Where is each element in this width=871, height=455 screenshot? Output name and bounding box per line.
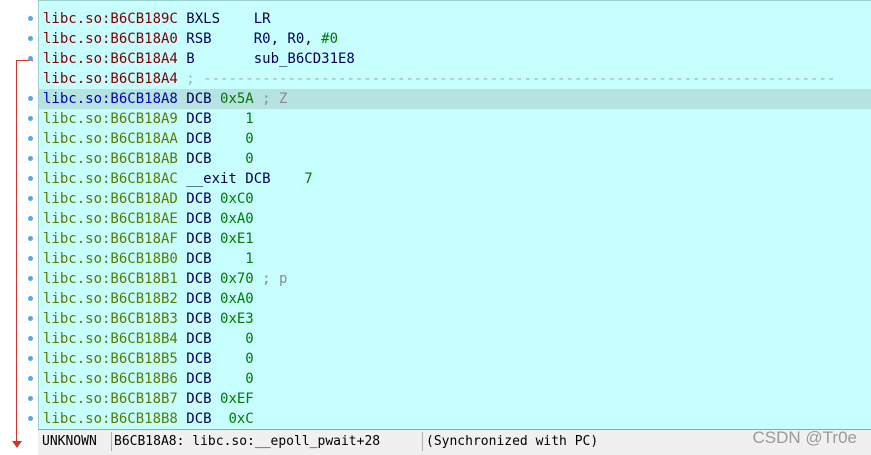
line-instruction[interactable]: DCB 0xE3 [178, 311, 253, 327]
line-instruction[interactable]: DCB 0xC0 [178, 191, 253, 207]
line-instruction[interactable]: DCB 1 [178, 111, 253, 127]
listing-line[interactable]: libc.so:B6CB18B2 DCB 0xA0 [43, 289, 254, 309]
line-instruction[interactable]: DCB 0 [178, 351, 253, 367]
line-address[interactable]: libc.so:B6CB18AB [43, 151, 178, 167]
status-divider [111, 432, 112, 451]
breakpoint-dot-icon[interactable] [28, 336, 33, 341]
listing-line[interactable]: libc.so:B6CB18B8 DCB 0xC [43, 409, 254, 429]
line-instruction[interactable]: DCB 0 [178, 151, 253, 167]
breakpoint-dot-icon[interactable] [28, 56, 33, 61]
listing-line[interactable]: libc.so:B6CB189C BXLS LR [43, 9, 271, 29]
status-location: B6CB18A8: libc.so:__epoll_pwait+28 [114, 434, 381, 449]
line-address[interactable]: libc.so:B6CB189C [43, 11, 178, 27]
jump-arrow-gutter [0, 0, 38, 454]
line-address[interactable]: libc.so:B6CB18A4 [43, 71, 178, 87]
breakpoint-dot-icon[interactable] [28, 236, 33, 241]
line-instruction[interactable]: DCB 0x70 ; p [178, 271, 287, 287]
listing-line[interactable]: libc.so:B6CB18B7 DCB 0xEF [43, 389, 254, 409]
breakpoint-dot-icon[interactable] [28, 396, 33, 401]
listing-line[interactable]: libc.so:B6CB18A8 DCB 0x5A ; Z [39, 89, 871, 109]
line-instruction[interactable]: DCB 0xE1 [178, 231, 253, 247]
breakpoint-dot-icon[interactable] [28, 376, 33, 381]
breakpoint-dot-icon[interactable] [28, 136, 33, 141]
breakpoint-dot-icon[interactable] [28, 296, 33, 301]
line-instruction[interactable]: ; --------------------------------------… [178, 71, 835, 87]
listing-line[interactable]: libc.so:B6CB18A9 DCB 1 [43, 109, 254, 129]
breakpoint-dot-icon[interactable] [28, 216, 33, 221]
line-address[interactable]: libc.so:B6CB18B6 [43, 371, 178, 387]
status-sync: (Synchronized with PC) [426, 434, 599, 449]
watermark: CSDN @Tr0e [752, 428, 857, 447]
line-address[interactable]: libc.so:B6CB18A0 [43, 31, 178, 47]
jump-arrow-head-icon [12, 441, 22, 448]
line-address[interactable]: libc.so:B6CB18AE [43, 211, 178, 227]
line-address[interactable]: libc.so:B6CB18B1 [43, 271, 178, 287]
line-instruction[interactable]: DCB 1 [178, 251, 253, 267]
listing-line[interactable]: libc.so:B6CB18AF DCB 0xE1 [43, 229, 254, 249]
line-address[interactable]: libc.so:B6CB18B3 [43, 311, 178, 327]
line-instruction[interactable]: RSB R0, R0, #0 [178, 31, 338, 47]
breakpoint-dot-icon[interactable] [28, 16, 33, 21]
jump-arrow-line [16, 60, 17, 444]
listing-line[interactable]: libc.so:B6CB18B0 DCB 1 [43, 249, 254, 269]
breakpoint-dot-icon[interactable] [28, 196, 33, 201]
line-instruction[interactable]: B sub_B6CD31E8 [178, 51, 355, 67]
line-instruction[interactable]: DCB 0xEF [178, 391, 253, 407]
breakpoint-dot-icon[interactable] [28, 276, 33, 281]
breakpoint-dot-icon[interactable] [28, 316, 33, 321]
line-address[interactable]: libc.so:B6CB18B8 [43, 411, 178, 427]
line-address[interactable]: libc.so:B6CB18A9 [43, 111, 178, 127]
listing-line[interactable]: libc.so:B6CB18B6 DCB 0 [43, 369, 254, 389]
breakpoint-dot-icon[interactable] [28, 96, 33, 101]
line-address[interactable]: libc.so:B6CB18AD [43, 191, 178, 207]
line-instruction[interactable]: __exit DCB 7 [178, 171, 312, 187]
line-instruction[interactable]: DCB 0 [178, 331, 253, 347]
breakpoint-dot-icon[interactable] [28, 256, 33, 261]
breakpoint-dot-icon[interactable] [28, 356, 33, 361]
line-instruction[interactable]: DCB 0 [178, 131, 253, 147]
line-address[interactable]: libc.so:B6CB18B2 [43, 291, 178, 307]
breakpoint-dot-icon[interactable] [28, 176, 33, 181]
line-instruction[interactable]: DCB 0xC [178, 411, 253, 427]
line-instruction[interactable]: DCB 0xA0 [178, 211, 253, 227]
listing-line[interactable]: libc.so:B6CB18AA DCB 0 [43, 129, 254, 149]
line-address[interactable]: libc.so:B6CB18B7 [43, 391, 178, 407]
disassembly-listing[interactable]: libc.so:B6CB189C BXLS LR libc.so:B6CB18A0… [38, 0, 871, 430]
line-address[interactable]: libc.so:B6CB18B0 [43, 251, 178, 267]
line-address[interactable]: libc.so:B6CB18AF [43, 231, 178, 247]
line-instruction[interactable]: DCB 0xA0 [178, 291, 253, 307]
line-instruction[interactable]: BXLS LR [178, 11, 270, 27]
listing-line[interactable]: libc.so:B6CB18AB DCB 0 [43, 149, 254, 169]
listing-line[interactable]: libc.so:B6CB18AD DCB 0xC0 [43, 189, 254, 209]
breakpoint-dot-icon[interactable] [28, 36, 33, 41]
listing-line[interactable]: libc.so:B6CB18A4 ; ---------------------… [43, 69, 835, 89]
status-bar: UNKNOWN B6CB18A8: libc.so:__epoll_pwait+… [38, 429, 871, 455]
line-address[interactable]: libc.so:B6CB18B4 [43, 331, 178, 347]
status-divider [422, 432, 423, 451]
line-address[interactable]: libc.so:B6CB18A8 [43, 91, 178, 107]
status-mode: UNKNOWN [42, 434, 97, 449]
breakpoint-dot-icon[interactable] [28, 416, 33, 421]
listing-line[interactable]: libc.so:B6CB18A4 B sub_B6CD31E8 [43, 49, 355, 69]
listing-line[interactable]: libc.so:B6CB18AC __exit DCB 7 [43, 169, 313, 189]
line-address[interactable]: libc.so:B6CB18AA [43, 131, 178, 147]
listing-line[interactable]: libc.so:B6CB18A0 RSB R0, R0, #0 [43, 29, 338, 49]
listing-line[interactable]: libc.so:B6CB18B5 DCB 0 [43, 349, 254, 369]
listing-line[interactable]: libc.so:B6CB18B1 DCB 0x70 ; p [43, 269, 287, 289]
line-address[interactable]: libc.so:B6CB18AC [43, 171, 178, 187]
breakpoint-dot-icon[interactable] [28, 156, 33, 161]
listing-line[interactable]: libc.so:B6CB18AE DCB 0xA0 [43, 209, 254, 229]
line-address[interactable]: libc.so:B6CB18B5 [43, 351, 178, 367]
line-instruction[interactable]: DCB 0 [178, 371, 253, 387]
listing-line[interactable]: libc.so:B6CB18B4 DCB 0 [43, 329, 254, 349]
line-instruction[interactable]: DCB 0x5A ; Z [178, 91, 287, 107]
breakpoint-dot-icon[interactable] [28, 116, 33, 121]
listing-line[interactable]: libc.so:B6CB18B3 DCB 0xE3 [43, 309, 254, 329]
line-address[interactable]: libc.so:B6CB18A4 [43, 51, 178, 67]
